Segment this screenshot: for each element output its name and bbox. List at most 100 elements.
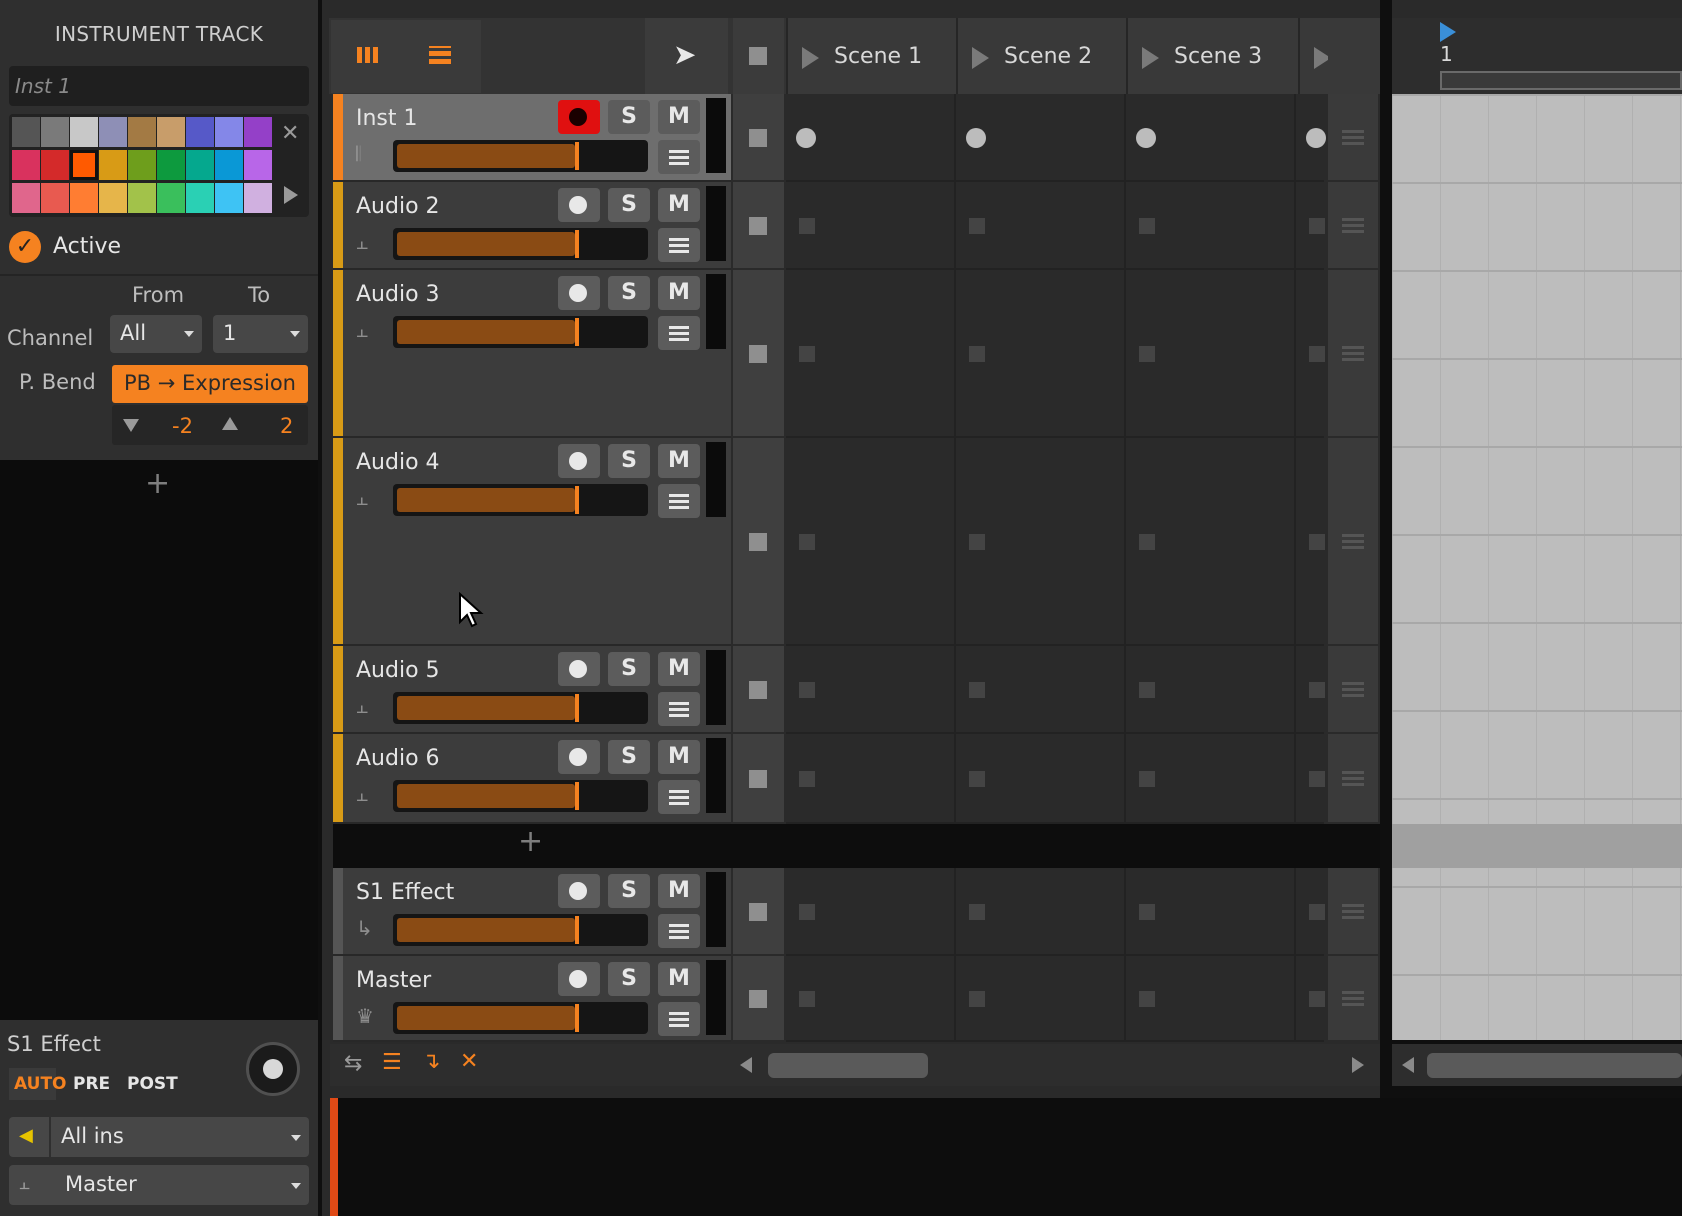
swatch[interactable] [128,117,156,147]
record-arm-button[interactable] [558,100,600,134]
scroll-left-icon[interactable] [1402,1057,1414,1073]
swatch[interactable] [70,117,98,147]
clip-slot[interactable] [786,734,956,822]
tool-select[interactable]: ➤ [645,18,728,94]
palette-next-icon[interactable] [284,186,298,204]
solo-button[interactable]: S [608,276,650,310]
mute-button[interactable]: M [658,188,700,222]
swatch[interactable] [244,150,272,180]
swatch[interactable] [215,117,243,147]
track-stop-button[interactable] [733,956,784,1042]
mute-button[interactable]: M [658,444,700,478]
clip-slot[interactable] [956,94,1126,180]
arranger-grid[interactable] [1392,94,1682,1040]
clip-slot[interactable] [956,438,1126,644]
list-icon[interactable]: ☰ [382,1050,402,1075]
clip-slot[interactable] [1126,868,1296,954]
swatch[interactable] [41,183,69,213]
solo-button[interactable]: S [608,874,650,908]
pbend-down-value[interactable]: -2 [172,414,193,438]
volume-fader[interactable] [393,484,648,516]
swatch[interactable] [186,150,214,180]
add-device-icon[interactable]: + [145,466,170,501]
swatch[interactable] [12,150,40,180]
swatch[interactable] [99,117,127,147]
clip-slot[interactable] [1126,270,1296,436]
volume-fader[interactable] [393,914,648,946]
clip-slot[interactable] [786,868,956,954]
scene-play-icon[interactable] [1142,47,1159,69]
record-arm-button[interactable] [558,652,600,686]
swatch[interactable] [157,183,185,213]
fader-needle[interactable] [575,782,579,810]
active-checkbox[interactable]: ✓ [9,231,41,263]
solo-button[interactable]: S [608,962,650,996]
swatch[interactable] [215,150,243,180]
stop-all-button[interactable] [733,18,784,94]
mute-button[interactable]: M [658,100,700,134]
mute-button[interactable]: M [658,962,700,996]
close-icon[interactable]: ✕ [460,1049,478,1074]
scene-3[interactable]: Scene 3 [1126,18,1298,94]
clip-slot[interactable] [1126,182,1296,268]
swatch[interactable] [99,150,127,180]
clip-slot[interactable] [956,270,1126,436]
volume-fader[interactable] [393,780,648,812]
channel-to-select[interactable]: 1 [213,315,308,353]
clip-slot[interactable] [956,734,1126,822]
swatch[interactable] [244,117,272,147]
track-header[interactable]: Audio 6 S M ⫠ [333,734,731,824]
range-up-icon[interactable] [222,417,238,430]
menu-icon[interactable] [658,140,700,174]
swatch-selected[interactable] [70,150,98,180]
fader-needle[interactable] [575,1004,579,1032]
clip-slot[interactable] [786,438,956,644]
horizontal-scrollbar[interactable] [768,1053,928,1078]
mute-button[interactable]: M [658,652,700,686]
pre-button[interactable]: PRE [73,1074,110,1094]
solo-button[interactable]: S [608,652,650,686]
record-arm-button[interactable] [558,188,600,222]
volume-fader[interactable] [393,140,648,172]
scene-4[interactable] [1298,18,1331,94]
scroll-right-icon[interactable] [1352,1057,1364,1073]
list-view-icon[interactable] [429,46,451,64]
menu-icon[interactable] [658,914,700,948]
swatch[interactable] [128,183,156,213]
input-select[interactable]: ◀ All ins [9,1117,309,1157]
swatch[interactable] [12,183,40,213]
close-icon[interactable]: ✕ [281,121,299,146]
swatch[interactable] [41,150,69,180]
menu-icon[interactable] [658,780,700,814]
menu-icon[interactable] [658,1002,700,1036]
clip-slot[interactable] [786,94,956,180]
channel-from-select[interactable]: All [110,315,202,353]
pbend-up-value[interactable]: 2 [280,414,293,438]
record-arm-button[interactable] [558,444,600,478]
solo-button[interactable]: S [608,188,650,222]
clip-slot[interactable] [786,956,956,1040]
menu-icon[interactable] [658,692,700,726]
pbend-mode-button[interactable]: PB → Expression [112,365,308,403]
track-stop-button[interactable] [733,438,784,646]
record-arm-button[interactable] [558,962,600,996]
track-stop-button[interactable] [733,270,784,438]
swatch[interactable] [186,183,214,213]
clip-slot[interactable] [786,270,956,436]
menu-icon[interactable] [658,316,700,350]
swatch[interactable] [70,183,98,213]
fader-needle[interactable] [575,230,579,258]
scene-1[interactable]: Scene 1 [786,18,956,94]
swatch[interactable] [99,183,127,213]
swatch[interactable] [157,150,185,180]
volume-fader[interactable] [393,692,648,724]
range-down-icon[interactable] [123,419,139,432]
swatch[interactable] [186,117,214,147]
scene-play-icon[interactable] [972,47,989,69]
track-stop-button[interactable] [733,94,784,182]
auto-button[interactable]: AUTO [9,1068,67,1100]
clip-slot[interactable] [786,182,956,268]
post-button[interactable]: POST [127,1074,178,1094]
clip-slot[interactable] [1126,956,1296,1040]
clip-slot[interactable] [956,956,1126,1040]
